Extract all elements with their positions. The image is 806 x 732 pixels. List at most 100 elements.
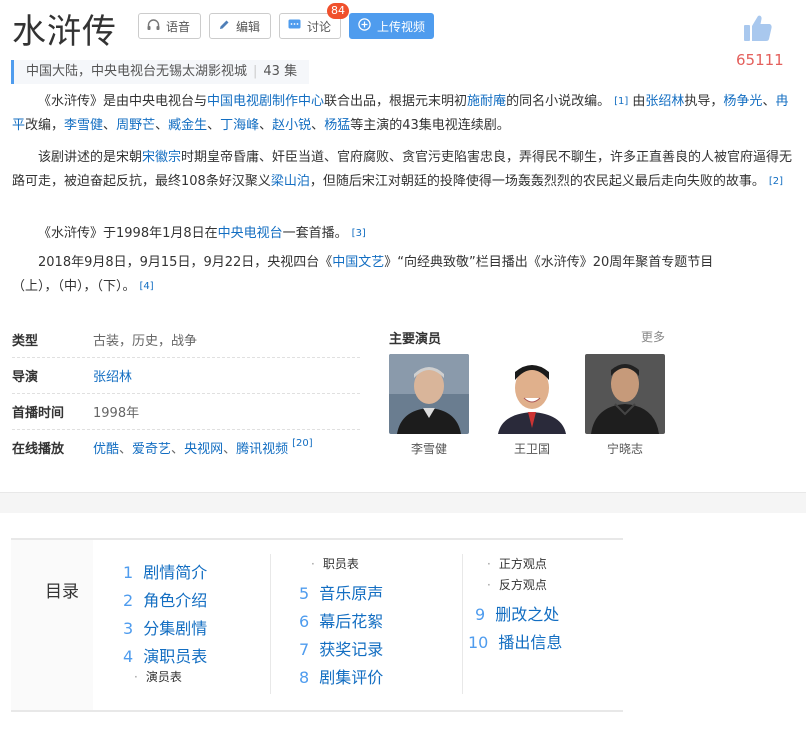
voice-button[interactable]: 语音: [138, 13, 201, 39]
director-link[interactable]: 张绍林: [93, 366, 132, 385]
section-separator: [0, 492, 806, 513]
toc-title: 目录: [45, 582, 79, 602]
text: 《水浒传》是由中央电视台与: [38, 94, 208, 109]
toc-sublabel[interactable]: 正方观点: [499, 557, 547, 571]
link-actor[interactable]: 臧金生: [168, 118, 207, 133]
toc-sublabel[interactable]: 职员表: [323, 557, 359, 571]
link-actor[interactable]: 丁海峰: [220, 118, 259, 133]
toc-number: 5: [299, 584, 310, 603]
column-divider: [462, 554, 463, 694]
bullet: ·: [487, 578, 491, 592]
text: 、: [155, 118, 169, 133]
more-actors-link[interactable]: 更多: [641, 328, 665, 345]
basic-info: 类型 古装，历史，战争 导演 张绍林 首播时间 1998年 在线播放 优酷、爱奇…: [12, 322, 360, 465]
link-production-center[interactable]: 中国电视剧制作中心: [207, 94, 324, 109]
intro-paragraph-3: 《水浒传》于1998年1月8日在中央电视台一套首播。 [3]: [12, 222, 794, 246]
toc-label[interactable]: 获奖记录: [319, 640, 383, 659]
toc-item[interactable]: 1 剧情简介: [123, 559, 207, 583]
platform-link-youku[interactable]: 优酷: [93, 442, 119, 457]
actor-name[interactable]: 李雪健: [389, 440, 469, 457]
link-cctv[interactable]: 中央电视台: [218, 226, 283, 241]
toc-item[interactable]: 3 分集剧情: [123, 615, 207, 639]
edit-button[interactable]: 编辑: [209, 13, 271, 39]
link-actor[interactable]: 赵小锐: [272, 118, 311, 133]
toc-sublabel[interactable]: 演员表: [146, 670, 182, 684]
reference-4[interactable]: [4]: [140, 281, 154, 292]
link-liangshan[interactable]: 梁山泊: [271, 174, 310, 189]
toc-item[interactable]: 5 音乐原声: [299, 580, 383, 604]
text: 2018年9月8日，9月15日，9月22日，央视四台《: [38, 255, 333, 270]
toc-label[interactable]: 分集剧情: [143, 619, 207, 638]
subtitle-bar: 中国大陆，中央电视台无锡太湖影视城 | 43 集: [11, 60, 310, 84]
toc-label[interactable]: 播出信息: [498, 633, 562, 652]
toc-number: 2: [123, 591, 134, 610]
actor-card[interactable]: 李雪健: [389, 354, 469, 457]
toc-subitem[interactable]: · 职员表: [311, 555, 359, 572]
toc-label[interactable]: 音乐原声: [319, 584, 383, 603]
text: 一套首播。: [282, 226, 348, 241]
toc-subitem[interactable]: · 正方观点: [487, 555, 547, 572]
toc-label[interactable]: 演职员表: [143, 647, 207, 666]
toc-item[interactable]: 7 获奖记录: [299, 636, 383, 660]
column-divider: [270, 554, 271, 694]
toc-number: 10: [468, 633, 489, 652]
toc-subitem[interactable]: · 演员表: [134, 668, 182, 685]
info-row-premiere: 首播时间 1998年: [12, 394, 360, 430]
toc-label[interactable]: 剧情简介: [143, 563, 207, 582]
upload-label: 上传视频: [377, 19, 426, 34]
toc-label[interactable]: 剧集评价: [319, 668, 383, 687]
link-actor[interactable]: 杨猛: [324, 118, 350, 133]
link-writer[interactable]: 杨争光: [723, 94, 762, 109]
voice-label: 语音: [166, 19, 191, 34]
toc-label[interactable]: 角色介绍: [143, 591, 207, 610]
link-actor[interactable]: 李雪健: [64, 118, 103, 133]
actor-photo[interactable]: [389, 354, 469, 434]
toc-label[interactable]: 幕后花絮: [319, 612, 383, 631]
thumbs-up-icon[interactable]: [742, 12, 774, 44]
info-label: 导演: [12, 370, 39, 385]
actor-photo[interactable]: [585, 354, 665, 434]
upload-video-button[interactable]: 上传视频: [349, 13, 434, 39]
toc-item[interactable]: 6 幕后花絮: [299, 608, 383, 632]
toc-number: 4: [123, 647, 134, 666]
link-actor[interactable]: 周野芒: [116, 118, 155, 133]
toc-item[interactable]: 2 角色介绍: [123, 587, 207, 611]
platform-link-iqiyi[interactable]: 爱奇艺: [132, 442, 171, 457]
toc-item[interactable]: 9 删改之处: [475, 601, 559, 625]
actor-card[interactable]: 王卫国: [492, 354, 572, 457]
info-value: 1998年: [93, 406, 140, 421]
actor-name[interactable]: 宁晓志: [585, 440, 665, 457]
info-row-online: 在线播放 优酷、爱奇艺、央视网、腾讯视频 [20]: [12, 430, 360, 465]
info-row-director: 导演 张绍林: [12, 358, 360, 394]
toc-label[interactable]: 删改之处: [495, 605, 559, 624]
platform-link-cctv[interactable]: 央视网: [184, 442, 223, 457]
reference-1[interactable]: [1]: [614, 96, 628, 107]
reference-20[interactable]: [20]: [292, 438, 313, 449]
toc-item[interactable]: 4 演职员表: [123, 643, 207, 667]
link-author[interactable]: 施耐庵: [467, 94, 506, 109]
text: 联合出品，根据元末明初: [324, 94, 468, 109]
divider: |: [253, 64, 258, 79]
actor-name[interactable]: 王卫国: [492, 440, 572, 457]
info-label: 在线播放: [12, 442, 65, 457]
text: 的同名小说改编。: [506, 94, 611, 109]
link-emperor[interactable]: 宋徽宗: [142, 150, 181, 165]
page-title: 水浒传: [12, 12, 117, 52]
production-info: 中国大陆，中央电视台无锡太湖影视城: [26, 64, 248, 79]
toc-item[interactable]: 10 播出信息: [468, 629, 562, 653]
toc-item[interactable]: 8 剧集评价: [299, 664, 383, 688]
table-of-contents: 目录 1 剧情简介 2 角色介绍 3 分集剧情 4 演职员表 · 演员表 · 职员表 5 音乐…: [11, 538, 623, 712]
link-program[interactable]: 中国文艺: [332, 255, 384, 270]
toc-number: 9: [475, 605, 486, 624]
reference-3[interactable]: [3]: [352, 228, 366, 239]
toc-sublabel[interactable]: 反方观点: [499, 578, 547, 592]
platform-link-tencent[interactable]: 腾讯视频: [236, 442, 288, 457]
actor-photo[interactable]: [492, 354, 572, 434]
actor-card[interactable]: 宁晓志: [585, 354, 665, 457]
bullet: ·: [311, 557, 315, 571]
edit-label: 编辑: [236, 19, 261, 34]
reference-2[interactable]: [2]: [769, 176, 783, 187]
toc-number: 8: [299, 668, 310, 687]
toc-subitem[interactable]: · 反方观点: [487, 576, 547, 593]
link-director[interactable]: 张绍林: [645, 94, 684, 109]
